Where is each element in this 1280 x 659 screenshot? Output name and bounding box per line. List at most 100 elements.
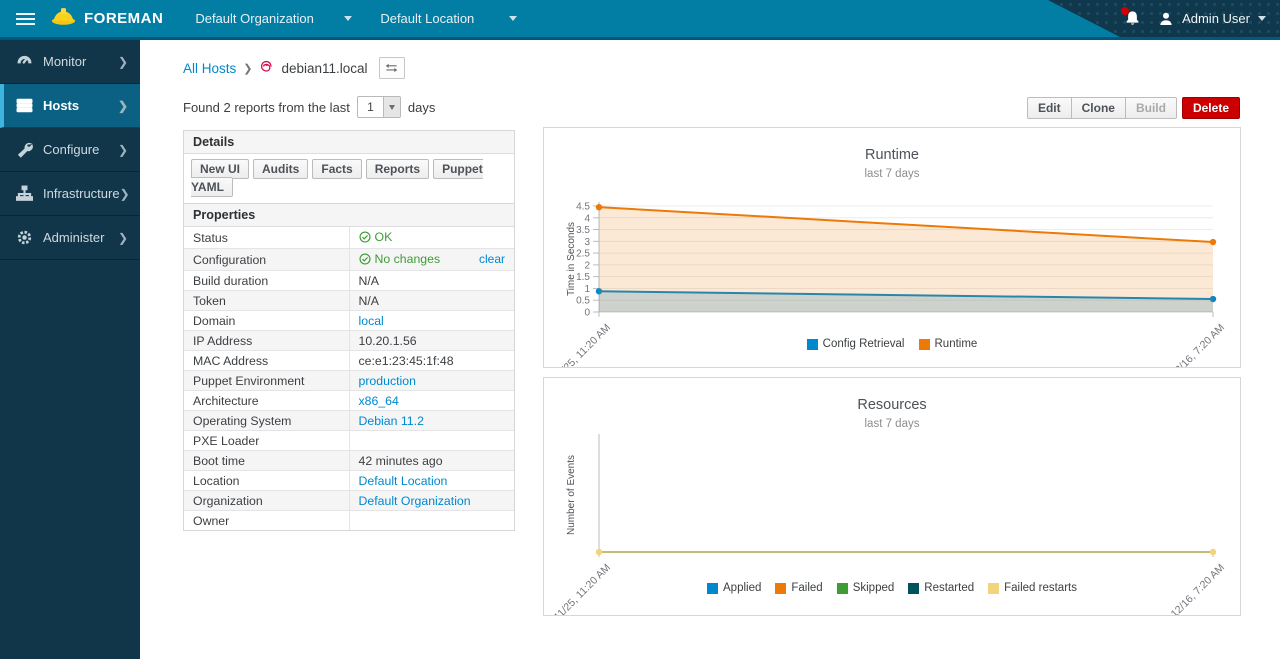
resources-chart-plot: Number of Events11/25, 11:20 AM12/16, 7:…: [544, 378, 1240, 615]
edit-button[interactable]: Edit: [1027, 97, 1071, 119]
breadcrumb: All Hosts ❯ debian11.local: [183, 57, 405, 79]
legend-swatch: [988, 583, 999, 594]
host-switcher-button[interactable]: [379, 57, 405, 79]
property-label: Architecture: [184, 391, 349, 411]
notification-badge: [1121, 7, 1129, 15]
location-selector-label: Default Location: [380, 11, 474, 26]
chevron-down-icon: [1258, 16, 1266, 21]
delete-button[interactable]: Delete: [1182, 97, 1240, 119]
property-value: x86_64: [349, 391, 514, 411]
legend-item-restarted[interactable]: Restarted: [908, 582, 974, 594]
report-days-suffix: days: [408, 100, 435, 115]
property-value: 10.20.1.56: [349, 331, 514, 351]
legend-item-skipped[interactable]: Skipped: [837, 582, 895, 594]
property-label: MAC Address: [184, 351, 349, 371]
svg-text:Number of Events: Number of Events: [566, 455, 577, 535]
property-value: local: [349, 311, 514, 331]
property-value-link[interactable]: Default Organization: [359, 494, 471, 508]
build-button[interactable]: Build: [1125, 97, 1177, 119]
svg-text:1: 1: [584, 284, 590, 295]
svg-text:4: 4: [584, 213, 590, 224]
resources-chart-legend: Applied Failed Skipped Restarted Failed rest…: [544, 582, 1240, 594]
property-value: N/A: [349, 291, 514, 311]
property-row-organization: Organization Default Organization: [184, 491, 514, 511]
legend-swatch: [837, 583, 848, 594]
svg-text:1.5: 1.5: [576, 272, 590, 283]
brand-name: FOREMAN: [84, 10, 163, 27]
configure-wrench-icon: [16, 141, 33, 158]
sidebar-item-configure[interactable]: Configure❯: [0, 128, 140, 172]
chevron-right-icon: ❯: [118, 55, 128, 69]
breadcrumb-all-hosts-link[interactable]: All Hosts: [183, 61, 236, 76]
property-label: Status: [184, 227, 349, 249]
location-selector[interactable]: Default Location: [366, 0, 531, 37]
days-select-caret: [383, 97, 400, 117]
legend-item-runtime[interactable]: Runtime: [919, 338, 978, 350]
foreman-brand[interactable]: FOREMAN: [50, 6, 181, 31]
property-label: Token: [184, 291, 349, 311]
legend-swatch: [807, 339, 818, 350]
legend-label: Applied: [723, 582, 761, 594]
properties-panel: Properties StatusOKConfigurationNo chang…: [183, 203, 515, 531]
reports-button[interactable]: Reports: [366, 159, 429, 179]
host-action-buttons: Edit Clone Build Delete: [1027, 97, 1240, 119]
property-value-link[interactable]: Default Location: [359, 474, 448, 488]
runtime-chart-panel: Runtimelast 7 days00.511.522.533.544.5Ti…: [543, 127, 1241, 368]
legend-swatch: [707, 583, 718, 594]
user-menu[interactable]: Admin User: [1158, 11, 1266, 27]
property-value-link[interactable]: x86_64: [359, 394, 399, 408]
legend-item-config-retrieval[interactable]: Config Retrieval: [807, 338, 905, 350]
property-label: Organization: [184, 491, 349, 511]
sidebar-nav: Monitor❯Hosts❯Configure❯Infrastructure❯A…: [0, 40, 140, 659]
chevron-down-icon: [344, 16, 352, 21]
property-value: N/A: [349, 271, 514, 291]
sidebar-item-label: Hosts: [43, 98, 118, 113]
days-select[interactable]: 1: [357, 96, 401, 118]
svg-text:3: 3: [584, 237, 590, 248]
new-ui-button[interactable]: New UI: [191, 159, 249, 179]
legend-label: Failed restarts: [1004, 582, 1077, 594]
legend-swatch: [919, 339, 930, 350]
audits-button[interactable]: Audits: [253, 159, 308, 179]
chevron-right-icon: ❯: [118, 231, 128, 245]
property-row-status: StatusOK: [184, 227, 514, 249]
property-value-link[interactable]: production: [359, 374, 416, 388]
chevron-right-icon: ❯: [118, 99, 128, 113]
legend-swatch: [775, 583, 786, 594]
property-value: Default Organization: [349, 491, 514, 511]
sidebar-item-administer[interactable]: Administer❯: [0, 216, 140, 260]
property-value: production: [349, 371, 514, 391]
chevron-down-icon: [509, 16, 517, 21]
property-value: No changesclear: [349, 249, 514, 271]
hamburger-menu-icon[interactable]: [0, 0, 50, 37]
property-row-domain: Domainlocal: [184, 311, 514, 331]
facts-button[interactable]: Facts: [312, 159, 361, 179]
clone-button[interactable]: Clone: [1071, 97, 1125, 119]
chevron-right-icon: ❯: [120, 187, 130, 201]
legend-item-failed[interactable]: Failed: [775, 582, 822, 594]
property-row-build-duration: Build durationN/A: [184, 271, 514, 291]
legend-item-applied[interactable]: Applied: [707, 582, 761, 594]
sidebar-item-hosts[interactable]: Hosts❯: [0, 84, 140, 128]
main-content: All Hosts ❯ debian11.local Found 2 repor…: [140, 40, 1280, 659]
notifications-bell-icon[interactable]: [1124, 10, 1142, 28]
user-name: Admin User: [1182, 11, 1250, 26]
property-label: IP Address: [184, 331, 349, 351]
details-buttons: New UIAuditsFactsReportsPuppet YAML: [184, 154, 514, 201]
legend-item-failed-restarts[interactable]: Failed restarts: [988, 582, 1077, 594]
sidebar-item-infrastructure[interactable]: Infrastructure❯: [0, 172, 140, 216]
organization-selector[interactable]: Default Organization: [181, 0, 366, 37]
sidebar-item-label: Administer: [43, 230, 118, 245]
property-row-ip-address: IP Address10.20.1.56: [184, 331, 514, 351]
breadcrumb-separator: ❯: [243, 62, 252, 75]
property-value-link[interactable]: Debian 11.2: [359, 414, 424, 428]
property-value-link[interactable]: local: [359, 314, 384, 328]
user-avatar-icon: [1158, 11, 1174, 27]
property-row-location: LocationDefault Location: [184, 471, 514, 491]
svg-text:2: 2: [584, 260, 590, 271]
sidebar-item-monitor[interactable]: Monitor❯: [0, 40, 140, 84]
property-label: PXE Loader: [184, 431, 349, 451]
hosts-server-icon: [16, 97, 33, 114]
legend-label: Config Retrieval: [823, 338, 905, 350]
clear-link[interactable]: clear: [479, 252, 505, 266]
